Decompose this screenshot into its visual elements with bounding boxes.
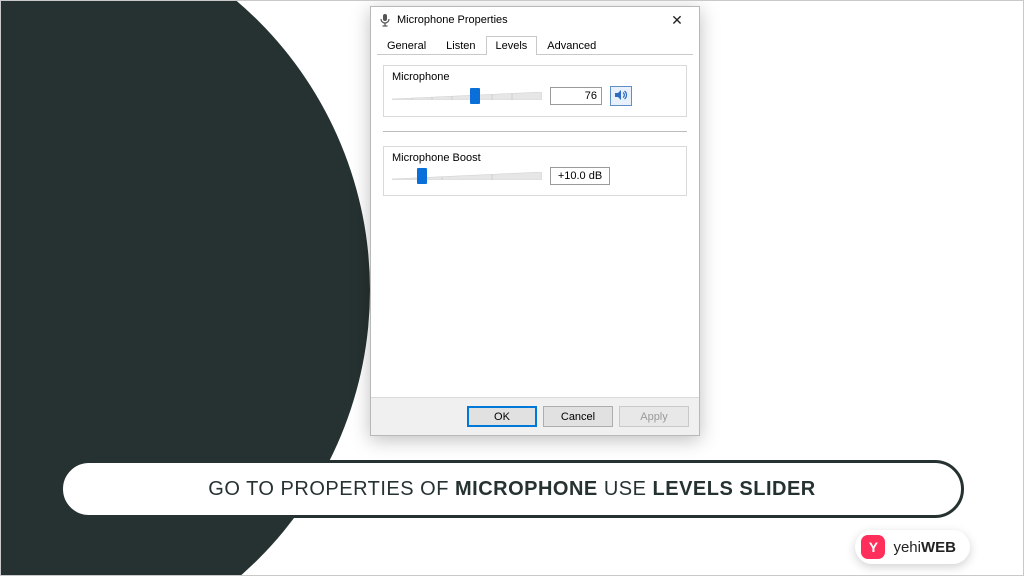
microphone-slider[interactable]	[392, 87, 542, 105]
slider-track-icon	[392, 92, 542, 100]
ok-button[interactable]: OK	[467, 406, 537, 427]
caption-seg-1: GO TO PROPERTIES OF	[208, 478, 455, 501]
caption-seg-4: LEVELS SLIDER	[653, 478, 816, 501]
boost-slider-thumb[interactable]	[417, 168, 427, 184]
logo-text: yehiWEB	[893, 539, 956, 556]
cancel-button[interactable]: Cancel	[543, 406, 613, 427]
close-icon[interactable]: ✕	[663, 12, 691, 29]
tab-body-levels: Microphone	[371, 55, 699, 395]
logo-part-1: yehi	[893, 539, 921, 556]
yehiweb-logo: Y yehiWEB	[855, 530, 970, 564]
tab-listen[interactable]: Listen	[436, 36, 485, 55]
microphone-boost-group: Microphone Boost +10.0 dB	[383, 146, 687, 196]
boost-slider[interactable]	[392, 167, 542, 185]
titlebar[interactable]: Microphone Properties ✕	[371, 7, 699, 33]
speaker-icon	[614, 89, 628, 104]
slider-track-icon	[392, 172, 542, 180]
logo-part-2: WEB	[921, 539, 956, 556]
instruction-caption: GO TO PROPERTIES OF MICROPHONE USE LEVEL…	[60, 460, 964, 518]
microphone-value[interactable]: 76	[550, 87, 602, 105]
mute-button[interactable]	[610, 86, 632, 106]
caption-seg-2: MICROPHONE	[455, 478, 598, 501]
logo-mark-icon: Y	[861, 535, 885, 559]
microphone-slider-thumb[interactable]	[470, 88, 480, 104]
boost-value[interactable]: +10.0 dB	[550, 167, 610, 185]
caption-seg-3: USE	[598, 478, 653, 501]
dialog-button-row: OK Cancel Apply	[371, 397, 699, 435]
microphone-properties-dialog: Microphone Properties ✕ General Listen L…	[370, 6, 700, 436]
tab-advanced[interactable]: Advanced	[537, 36, 606, 55]
microphone-label: Microphone	[392, 71, 678, 83]
group-separator	[383, 131, 687, 132]
microphone-boost-label: Microphone Boost	[392, 152, 678, 164]
dialog-title: Microphone Properties	[397, 14, 663, 26]
microphone-level-group: Microphone	[383, 65, 687, 117]
tab-levels[interactable]: Levels	[486, 36, 538, 55]
tab-general[interactable]: General	[377, 36, 436, 55]
microphone-icon	[379, 13, 391, 27]
tab-strip: General Listen Levels Advanced	[371, 33, 699, 55]
apply-button: Apply	[619, 406, 689, 427]
